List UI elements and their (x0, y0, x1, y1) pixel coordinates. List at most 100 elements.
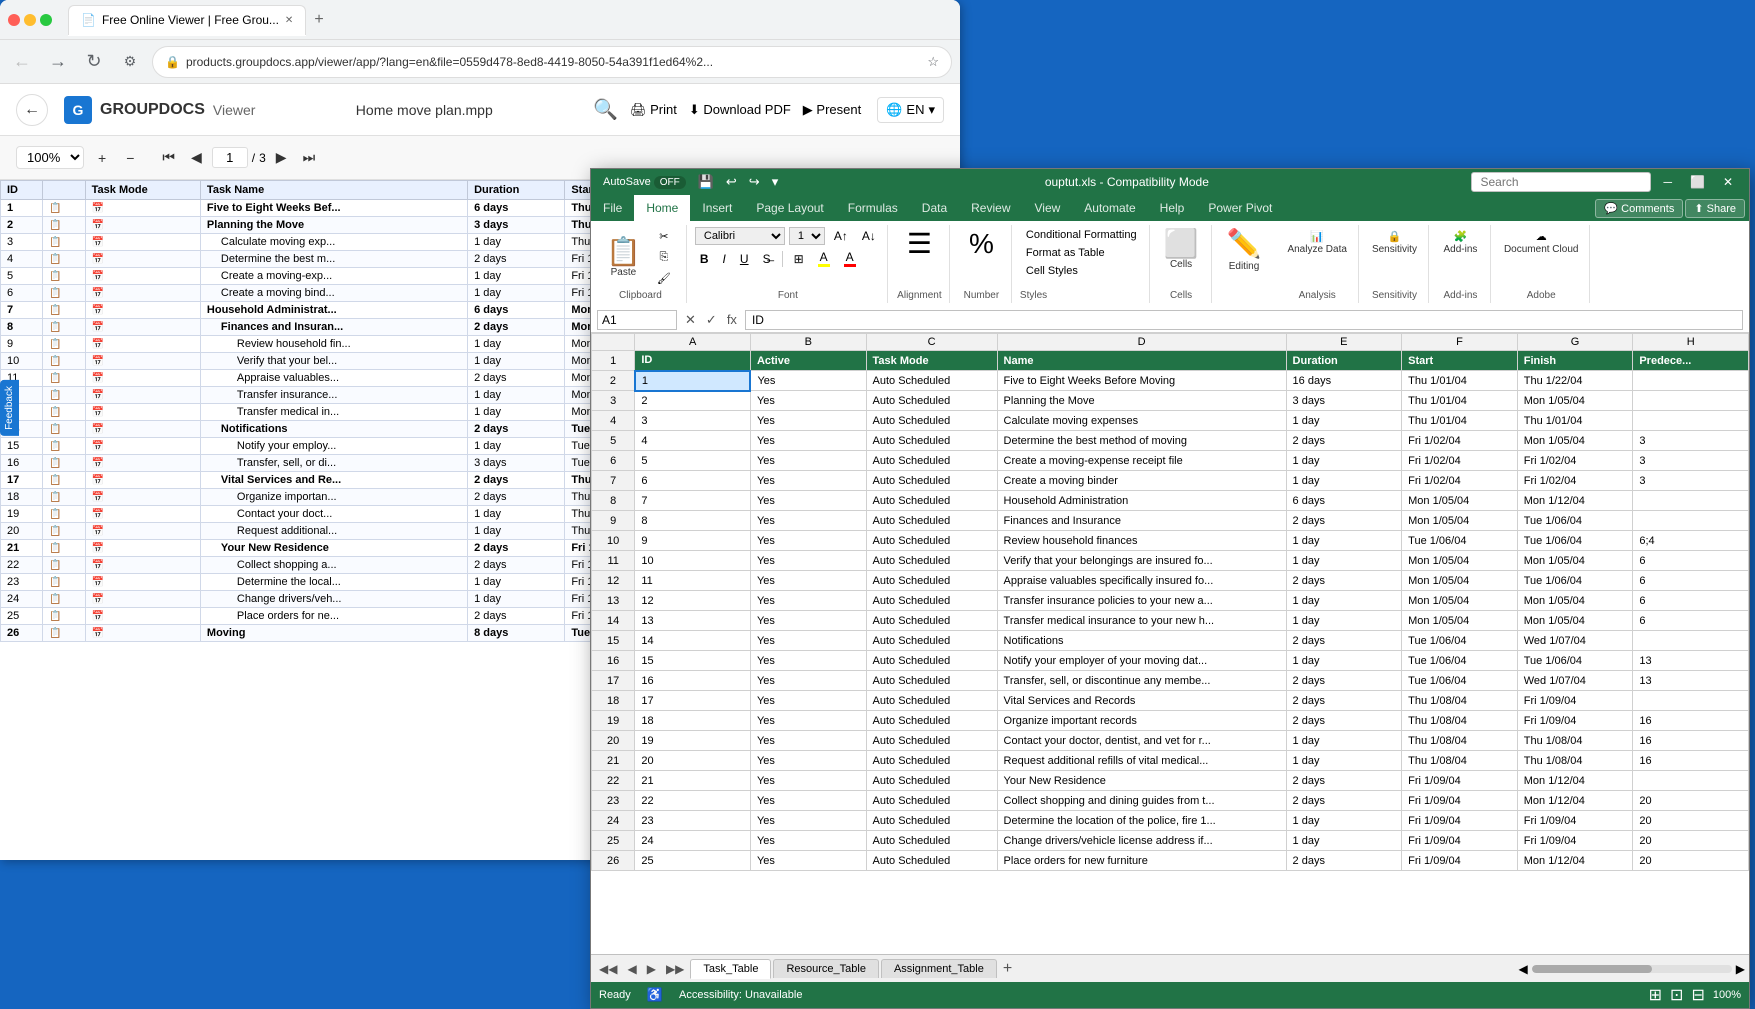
format-table-button[interactable]: Format as Table (1020, 245, 1143, 261)
first-page-button[interactable]: ⏮ (156, 145, 181, 170)
print-button[interactable]: 🖨 Print (630, 102, 677, 118)
cell-b25[interactable]: Yes (750, 831, 866, 851)
cell-b8[interactable]: Yes (750, 491, 866, 511)
cell-d10[interactable]: Review household finances (997, 531, 1286, 551)
cell-f22[interactable]: Fri 1/09/04 (1402, 771, 1518, 791)
cell-g17[interactable]: Wed 1/07/04 (1517, 671, 1633, 691)
cell-d12[interactable]: Appraise valuables specifically insured … (997, 571, 1286, 591)
cell-b20[interactable]: Yes (750, 731, 866, 751)
cell-g22[interactable]: Mon 1/12/04 (1517, 771, 1633, 791)
cell-h8[interactable] (1633, 491, 1749, 511)
cell-d4[interactable]: Calculate moving expenses (997, 411, 1286, 431)
bookmark-button[interactable]: ☆ (927, 54, 939, 70)
cell-f19[interactable]: Thu 1/08/04 (1402, 711, 1518, 731)
file-tab[interactable]: File (591, 195, 634, 221)
cell-f4[interactable]: Thu 1/01/04 (1402, 411, 1518, 431)
cell-h5[interactable]: 3 (1633, 431, 1749, 451)
strikethrough-button[interactable]: S̶ (758, 250, 776, 268)
cell-a22[interactable]: 21 (635, 771, 751, 791)
col-f-header[interactable]: F (1402, 334, 1518, 351)
cell-c26[interactable]: Auto Scheduled (866, 851, 997, 871)
cell-a16[interactable]: 15 (635, 651, 751, 671)
cell-c15[interactable]: Auto Scheduled (866, 631, 997, 651)
cell-a23[interactable]: 22 (635, 791, 751, 811)
extensions-button[interactable]: ⚙ (116, 48, 144, 76)
font-name-select[interactable]: Calibri (695, 227, 785, 245)
cell-b3[interactable]: Yes (750, 391, 866, 411)
cell-c9[interactable]: Auto Scheduled (866, 511, 997, 531)
data-tab[interactable]: Data (910, 195, 959, 221)
cell-e21[interactable]: 1 day (1286, 751, 1402, 771)
cell-e22[interactable]: 2 days (1286, 771, 1402, 791)
number-button[interactable]: % (961, 227, 1001, 261)
italic-button[interactable]: I (718, 250, 731, 268)
cell-a4[interactable]: 3 (635, 411, 751, 431)
cell-d14[interactable]: Transfer medical insurance to your new h… (997, 611, 1286, 631)
cell-g21[interactable]: Thu 1/08/04 (1517, 751, 1633, 771)
cell-d18[interactable]: Vital Services and Records (997, 691, 1286, 711)
address-bar[interactable]: 🔒 products.groupdocs.app/viewer/app/?lan… (152, 46, 952, 78)
cell-c24[interactable]: Auto Scheduled (866, 811, 997, 831)
cell-a25[interactable]: 24 (635, 831, 751, 851)
cell-g11[interactable]: Mon 1/05/04 (1517, 551, 1633, 571)
autosave-toggle[interactable]: AutoSave OFF (599, 174, 690, 191)
cell-d25[interactable]: Change drivers/vehicle license address i… (997, 831, 1286, 851)
cell-d17[interactable]: Transfer, sell, or discontinue any membe… (997, 671, 1286, 691)
cell-c7[interactable]: Auto Scheduled (866, 471, 997, 491)
cell-b15[interactable]: Yes (750, 631, 866, 651)
prev-page-button[interactable]: ◀ (185, 145, 208, 170)
feedback-tab[interactable]: Feedback (0, 380, 19, 436)
cell-g7[interactable]: Fri 1/02/04 (1517, 471, 1633, 491)
cell-e1[interactable]: Duration (1286, 351, 1402, 371)
refresh-button[interactable]: ↻ (80, 48, 108, 76)
cell-e18[interactable]: 2 days (1286, 691, 1402, 711)
cell-b1[interactable]: Active (750, 351, 866, 371)
cell-f13[interactable]: Mon 1/05/04 (1402, 591, 1518, 611)
cell-d2[interactable]: Five to Eight Weeks Before Moving (997, 371, 1286, 391)
cell-e5[interactable]: 2 days (1286, 431, 1402, 451)
cell-a9[interactable]: 8 (635, 511, 751, 531)
cell-h22[interactable] (1633, 771, 1749, 791)
cell-g13[interactable]: Mon 1/05/04 (1517, 591, 1633, 611)
home-tab[interactable]: Home (634, 195, 690, 221)
cell-b19[interactable]: Yes (750, 711, 866, 731)
cell-h9[interactable] (1633, 511, 1749, 531)
browser-minimize-button[interactable] (24, 14, 36, 26)
cell-h19[interactable]: 16 (1633, 711, 1749, 731)
cell-f21[interactable]: Thu 1/08/04 (1402, 751, 1518, 771)
cell-h3[interactable] (1633, 391, 1749, 411)
col-a-header[interactable]: A (635, 334, 751, 351)
cell-c14[interactable]: Auto Scheduled (866, 611, 997, 631)
increase-font-button[interactable]: A↑ (829, 227, 853, 245)
cell-g14[interactable]: Mon 1/05/04 (1517, 611, 1633, 631)
browser-close-button[interactable] (8, 14, 20, 26)
cell-a17[interactable]: 16 (635, 671, 751, 691)
cell-e11[interactable]: 1 day (1286, 551, 1402, 571)
document-cloud-button[interactable]: ☁ Document Cloud (1499, 227, 1583, 258)
save-button[interactable]: 💾 (694, 172, 718, 192)
cell-b7[interactable]: Yes (750, 471, 866, 491)
cell-b22[interactable]: Yes (750, 771, 866, 791)
cell-b5[interactable]: Yes (750, 431, 866, 451)
cell-f11[interactable]: Mon 1/05/04 (1402, 551, 1518, 571)
cell-c16[interactable]: Auto Scheduled (866, 651, 997, 671)
font-color-button[interactable]: A (839, 248, 861, 269)
cell-f26[interactable]: Fri 1/09/04 (1402, 851, 1518, 871)
cell-a1[interactable]: ID (635, 351, 751, 371)
fill-color-button[interactable]: A (813, 248, 835, 269)
present-button[interactable]: ▶ Present (803, 102, 861, 118)
cell-f15[interactable]: Tue 1/06/04 (1402, 631, 1518, 651)
sheet-tab-resource-table[interactable]: Resource_Table (773, 959, 879, 978)
cell-a20[interactable]: 19 (635, 731, 751, 751)
cell-c22[interactable]: Auto Scheduled (866, 771, 997, 791)
cell-b23[interactable]: Yes (750, 791, 866, 811)
cell-a8[interactable]: 7 (635, 491, 751, 511)
decrease-font-button[interactable]: A↓ (857, 227, 881, 245)
format-painter-button[interactable]: 🖌 (648, 269, 680, 288)
cell-b2[interactable]: Yes (750, 371, 866, 391)
redo-button[interactable]: ↪ (745, 172, 764, 192)
editing-button[interactable]: ✏️ (1222, 227, 1267, 261)
cell-b14[interactable]: Yes (750, 611, 866, 631)
cell-a3[interactable]: 2 (635, 391, 751, 411)
cell-a24[interactable]: 23 (635, 811, 751, 831)
